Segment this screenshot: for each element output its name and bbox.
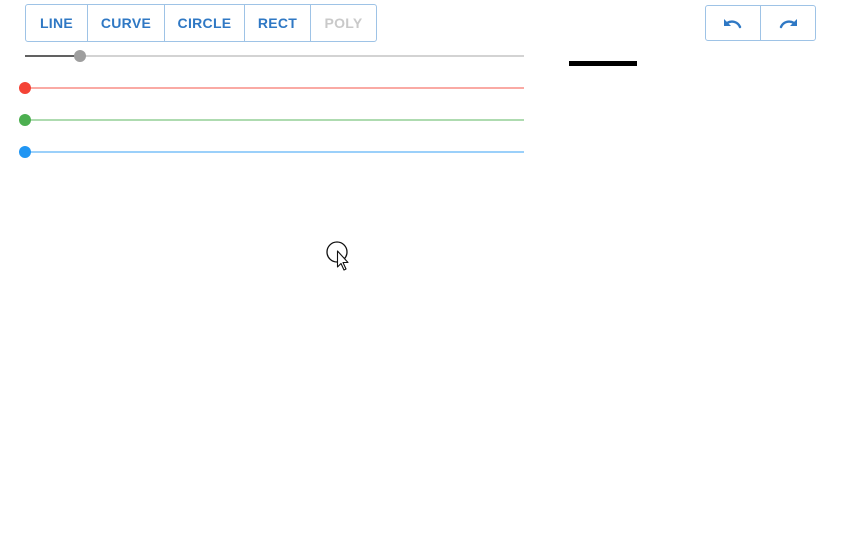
line-tool-button[interactable]: LINE — [26, 5, 88, 41]
stroke-preview — [569, 61, 637, 66]
circle-tool-button[interactable]: CIRCLE — [165, 5, 245, 41]
drawing-canvas[interactable] — [0, 170, 859, 559]
stroke-width-slider-track — [25, 55, 80, 57]
redo-button[interactable] — [760, 6, 815, 40]
poly-tool-button[interactable]: POLY — [311, 5, 376, 41]
red-slider-thumb[interactable] — [19, 82, 31, 94]
blue-slider-thumb[interactable] — [19, 146, 31, 158]
undo-button[interactable] — [706, 6, 760, 40]
stroke-width-slider-rail — [25, 55, 524, 57]
red-slider[interactable] — [19, 82, 524, 94]
stroke-width-slider-thumb[interactable] — [73, 50, 86, 62]
blue-slider-rail — [25, 151, 524, 153]
redo-arrow-icon — [779, 19, 797, 29]
green-slider[interactable] — [19, 114, 524, 126]
stroke-width-slider[interactable] — [25, 50, 524, 62]
blue-slider[interactable] — [19, 146, 524, 158]
rect-tool-button[interactable]: RECT — [245, 5, 311, 41]
curve-tool-button[interactable]: CURVE — [88, 5, 165, 41]
tool-selector: LINE CURVE CIRCLE RECT POLY — [25, 4, 377, 42]
red-slider-rail — [25, 87, 524, 89]
green-slider-rail — [25, 119, 524, 121]
circle-cursor-icon — [326, 241, 349, 271]
history-controls — [705, 5, 816, 41]
undo-arrow-icon — [724, 19, 742, 29]
green-slider-thumb[interactable] — [19, 114, 31, 126]
